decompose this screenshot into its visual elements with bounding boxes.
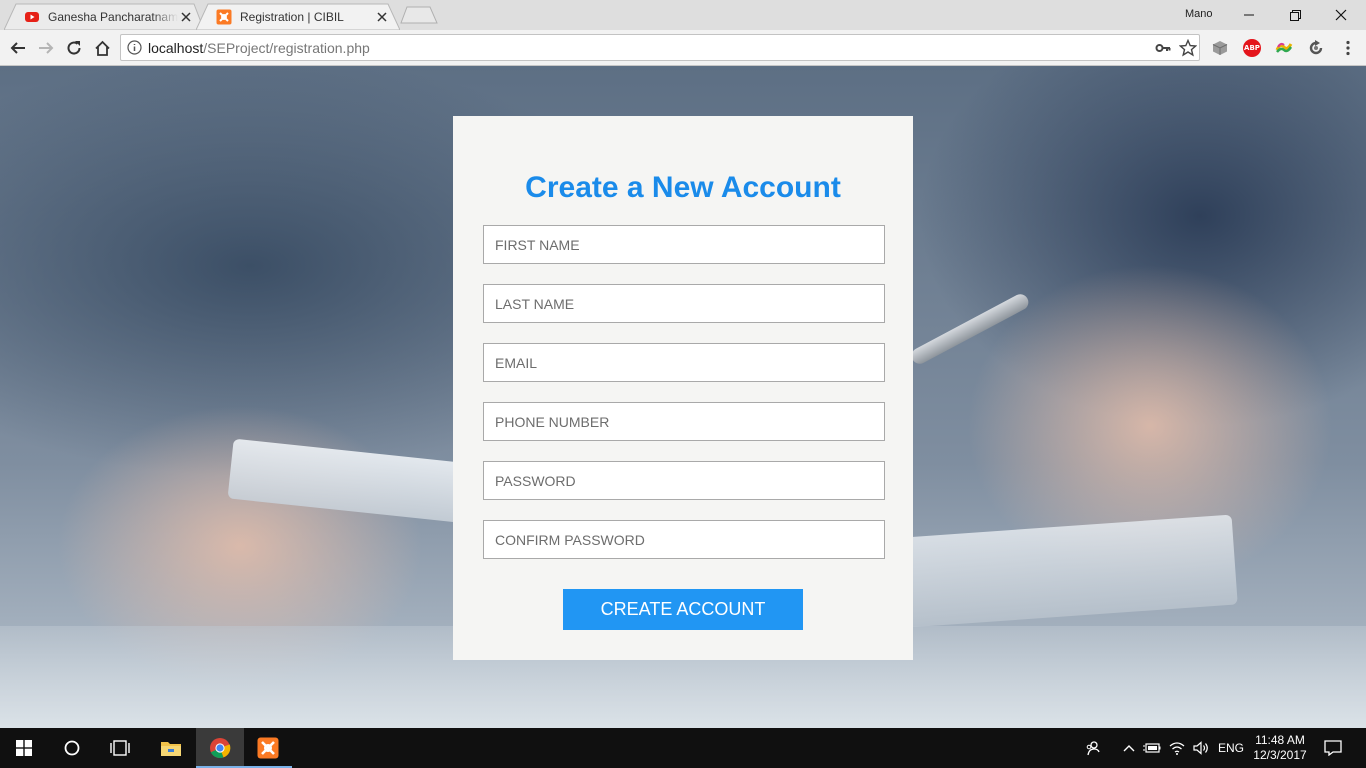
- tab-title: Ganesha Pancharatnam -: [48, 9, 178, 24]
- confirm-password-input[interactable]: [483, 520, 885, 559]
- browser-toolbar: localhost/SEProject/registration.php ABP: [0, 30, 1366, 66]
- back-arrow-icon: [10, 42, 25, 54]
- password-input[interactable]: [483, 461, 885, 500]
- info-icon[interactable]: [127, 40, 142, 55]
- input-language[interactable]: ENG: [1214, 728, 1248, 768]
- chrome-icon: [210, 738, 231, 759]
- url-path: /SEProject/registration.php: [203, 40, 370, 56]
- restore-button[interactable]: [1272, 0, 1318, 30]
- minimize-button[interactable]: [1226, 0, 1272, 30]
- people-button[interactable]: [1080, 728, 1106, 768]
- close-tab-icon[interactable]: [178, 9, 194, 25]
- browser-titlebar: Ganesha Pancharatnam - Registration | CI…: [0, 0, 1366, 30]
- create-account-button[interactable]: CREATE ACCOUNT: [563, 589, 803, 630]
- clock-date: 12/3/2017: [1253, 748, 1307, 762]
- restore-icon: [1289, 9, 1301, 21]
- tab-youtube[interactable]: Ganesha Pancharatnam -: [4, 3, 204, 30]
- wifi-icon: [1169, 742, 1185, 755]
- background-tablet-left: [227, 438, 473, 524]
- battery-status[interactable]: [1142, 728, 1162, 768]
- youtube-icon: [24, 9, 40, 25]
- kebab-menu-icon: [1346, 40, 1350, 56]
- home-button[interactable]: [88, 34, 116, 62]
- browser-menu-button[interactable]: [1334, 34, 1362, 62]
- windows-taskbar: ENG 11:48 AM 12/3/2017: [0, 728, 1366, 768]
- xampp-icon: [257, 737, 279, 759]
- background-tablet-right: [902, 514, 1238, 628]
- chevron-up-icon: [1123, 745, 1135, 752]
- search-circle-icon: [64, 740, 80, 756]
- background-pen: [908, 291, 1032, 367]
- close-icon: [1335, 9, 1347, 21]
- cortana-button[interactable]: [48, 728, 96, 768]
- new-tab-button[interactable]: [400, 6, 438, 24]
- action-center-button[interactable]: [1316, 728, 1350, 768]
- adblock-plus-icon[interactable]: ABP: [1243, 39, 1261, 57]
- notification-icon: [1324, 740, 1342, 756]
- windows-logo-icon: [16, 740, 32, 756]
- back-button[interactable]: [4, 34, 32, 62]
- url-host: localhost: [148, 40, 204, 56]
- tab-registration[interactable]: Registration | CIBIL: [196, 3, 400, 30]
- task-view-button[interactable]: [96, 728, 144, 768]
- key-icon[interactable]: [1155, 40, 1171, 56]
- network-status[interactable]: [1166, 728, 1188, 768]
- xampp-taskbar-button[interactable]: [244, 728, 292, 768]
- registration-card: Create a New Account CREATE ACCOUNT: [453, 116, 913, 660]
- system-clock[interactable]: 11:48 AM 12/3/2017: [1248, 728, 1312, 768]
- sync-extension-icon[interactable]: [1307, 39, 1325, 57]
- forward-arrow-icon: [39, 42, 54, 54]
- people-icon: [1086, 741, 1100, 756]
- phone-number-input[interactable]: [483, 402, 885, 441]
- chrome-taskbar-button[interactable]: [196, 728, 244, 768]
- last-name-input[interactable]: [483, 284, 885, 323]
- cube-extension-icon[interactable]: [1211, 39, 1229, 57]
- battery-icon: [1143, 743, 1161, 753]
- xampp-icon: [216, 9, 232, 25]
- show-hidden-icons-button[interactable]: [1120, 728, 1138, 768]
- home-icon: [94, 40, 110, 56]
- color-extension-icon[interactable]: [1275, 39, 1293, 57]
- bookmark-star-icon[interactable]: [1179, 39, 1197, 57]
- profile-name[interactable]: Mano: [1185, 8, 1213, 20]
- forward-button[interactable]: [32, 34, 60, 62]
- form-heading: Create a New Account: [525, 171, 841, 204]
- first-name-input[interactable]: [483, 225, 885, 264]
- page-viewport: Create a New Account CREATE ACCOUNT: [0, 66, 1366, 728]
- file-explorer-button[interactable]: [147, 728, 195, 768]
- close-window-button[interactable]: [1318, 0, 1364, 30]
- speaker-icon: [1193, 741, 1208, 755]
- clock-time: 11:48 AM: [1255, 733, 1305, 747]
- close-tab-icon[interactable]: [374, 9, 390, 25]
- reload-button[interactable]: [60, 34, 88, 62]
- folder-icon: [161, 742, 181, 756]
- url-text[interactable]: localhost/SEProject/registration.php: [148, 40, 370, 56]
- tab-title: Registration | CIBIL: [240, 9, 344, 24]
- reload-icon: [67, 41, 81, 55]
- address-bar[interactable]: localhost/SEProject/registration.php: [120, 34, 1200, 61]
- volume-control[interactable]: [1190, 728, 1212, 768]
- minimize-icon: [1244, 14, 1254, 16]
- start-button[interactable]: [0, 728, 48, 768]
- email-input[interactable]: [483, 343, 885, 382]
- task-view-icon: [110, 740, 130, 756]
